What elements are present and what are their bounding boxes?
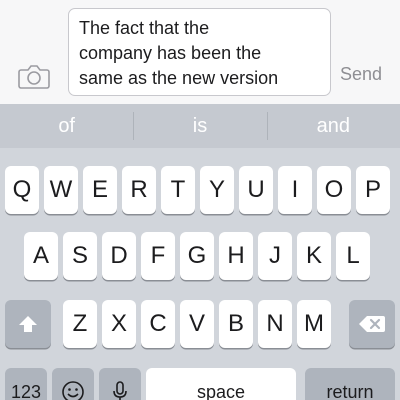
- key-k[interactable]: K: [297, 232, 331, 280]
- send-button[interactable]: Send: [340, 64, 382, 85]
- message-line: The fact that the: [79, 18, 210, 38]
- shift-arrow-icon: [19, 316, 37, 332]
- key-l[interactable]: L: [336, 232, 370, 280]
- predictive-text-bar: of is and: [0, 104, 400, 148]
- key-y[interactable]: Y: [200, 166, 234, 214]
- emoji-icon: [62, 381, 84, 400]
- key-u[interactable]: U: [239, 166, 273, 214]
- backspace-icon: [359, 316, 385, 332]
- key-t[interactable]: T: [161, 166, 195, 214]
- prediction-suggestion[interactable]: and: [266, 104, 400, 148]
- numbers-key[interactable]: 123: [5, 368, 47, 400]
- message-compose-bar: The fact that the company has been the s…: [0, 0, 400, 104]
- key-w[interactable]: W: [44, 166, 78, 214]
- key-d[interactable]: D: [102, 232, 136, 280]
- message-input[interactable]: The fact that the company has been the s…: [68, 8, 331, 96]
- space-bar[interactable]: space: [146, 368, 296, 400]
- dictation-key[interactable]: [99, 368, 141, 400]
- return-key[interactable]: return: [305, 368, 395, 400]
- key-r[interactable]: R: [122, 166, 156, 214]
- delete-key[interactable]: [349, 300, 395, 348]
- key-i[interactable]: I: [278, 166, 312, 214]
- key-p[interactable]: P: [356, 166, 390, 214]
- key-b[interactable]: B: [219, 300, 253, 348]
- key-z[interactable]: Z: [63, 300, 97, 348]
- prediction-suggestion[interactable]: of: [0, 104, 133, 148]
- key-c[interactable]: C: [141, 300, 175, 348]
- key-q[interactable]: Q: [5, 166, 39, 214]
- key-j[interactable]: J: [258, 232, 292, 280]
- key-x[interactable]: X: [102, 300, 136, 348]
- key-h[interactable]: H: [219, 232, 253, 280]
- prediction-suggestion[interactable]: is: [133, 104, 266, 148]
- camera-icon[interactable]: [18, 64, 50, 90]
- emoji-key[interactable]: [52, 368, 94, 400]
- key-f[interactable]: F: [141, 232, 175, 280]
- shift-key[interactable]: [5, 300, 51, 348]
- key-s[interactable]: S: [63, 232, 97, 280]
- key-m[interactable]: M: [297, 300, 331, 348]
- key-o[interactable]: O: [317, 166, 351, 214]
- keyboard: Q W E R T Y U I O P A S D F G H J K L Z …: [0, 148, 400, 400]
- key-g[interactable]: G: [180, 232, 214, 280]
- key-e[interactable]: E: [83, 166, 117, 214]
- key-a[interactable]: A: [24, 232, 58, 280]
- message-line: company has been the: [79, 43, 262, 63]
- key-n[interactable]: N: [258, 300, 292, 348]
- key-v[interactable]: V: [180, 300, 214, 348]
- message-line: same as the new version: [79, 68, 279, 88]
- microphone-icon: [113, 381, 127, 400]
